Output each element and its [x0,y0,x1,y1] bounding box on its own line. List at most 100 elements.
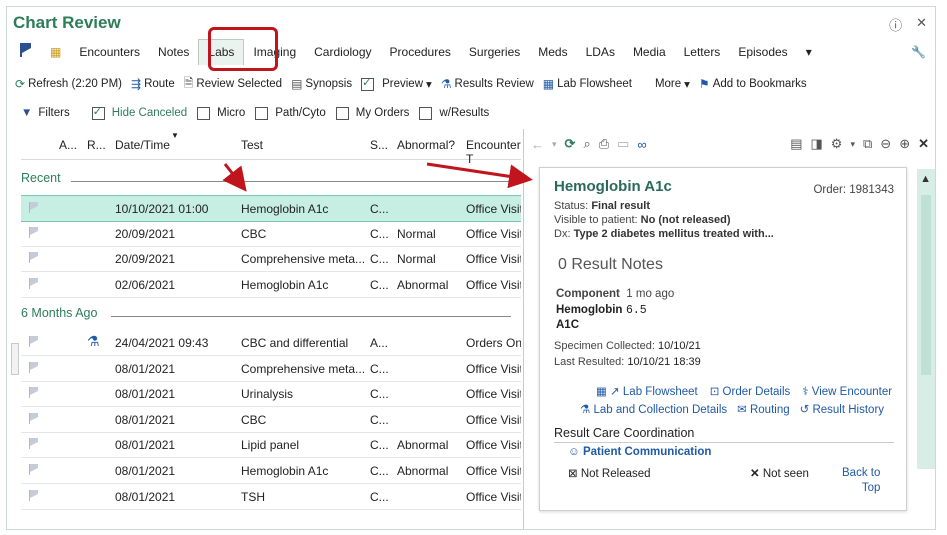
preview-toggle[interactable]: Preview▾ [361,76,432,91]
flag-icon[interactable] [29,202,39,213]
storyboard-icon[interactable]: ▦ [41,45,70,65]
flag-icon[interactable] [29,362,39,373]
view-encounter-link[interactable]: ⚕ View Encounter [802,384,892,398]
wrench-icon[interactable]: 🔧 [902,45,935,65]
refresh-icon[interactable]: ⟳ [565,136,576,152]
flag-icon[interactable] [29,278,39,289]
back-arrow-icon[interactable]: ← [531,137,544,152]
flag-icon[interactable] [29,438,39,449]
table-row[interactable]: 08/01/2021 CBC C... Office Visit [21,407,521,433]
table-row[interactable]: 02/06/2021 Hemoglobin A1c C... Abnormal … [21,272,521,298]
tab-episodes[interactable]: Episodes [729,45,796,65]
test-tube-icon: ⚗ [580,404,591,416]
flag-icon[interactable] [29,490,39,501]
collapse-handle[interactable] [11,343,19,375]
zoom-out-icon[interactable]: ⊖ [880,136,891,152]
order-details-link[interactable]: ⊡ Order Details [710,384,791,398]
close-icon[interactable]: ✕ [916,15,927,34]
flag-icon[interactable] [29,464,39,475]
lab-collection-link[interactable]: ⚗ Lab and Collection Details [580,402,727,416]
preview-scrollbar[interactable] [917,169,935,469]
route-button[interactable]: ⇶ Route [131,77,175,91]
tab-surgeries[interactable]: Surgeries [460,45,529,65]
micro-filter[interactable]: Micro [197,106,245,120]
col-date[interactable]: Date/Time [115,138,170,152]
col-r[interactable]: R... [87,138,106,152]
flag-icon[interactable] [29,252,39,263]
result-history-link[interactable]: ↺ Result History [800,402,884,416]
link-icon[interactable]: ∞ [637,137,646,152]
flag-icon[interactable] [29,336,39,347]
layout-horizontal-icon[interactable]: ▤ [790,136,802,152]
copy-icon[interactable]: ⧉ [863,136,872,152]
table-row[interactable]: 08/01/2021 Urinalysis C... Office Visit [21,381,521,407]
bookmark-flag-icon[interactable] [11,43,41,65]
review-selected-button[interactable]: 🗎 Review Selected [184,74,282,95]
help-icon[interactable]: ⓘ [889,15,902,34]
results-review-button[interactable]: ⚗ Results Review [441,77,534,91]
pane-divider[interactable] [523,129,524,529]
table-row[interactable]: 08/01/2021 Comprehensive meta... C... Of… [21,356,521,382]
flag-icon[interactable] [29,227,39,238]
patient-communication-link[interactable]: ☺ Patient Communication [568,446,711,458]
w-results-checkbox[interactable] [419,106,433,120]
tab-imaging[interactable]: Imaging [244,45,305,65]
lab-flowsheet-link[interactable]: ▦ ↗ Lab Flowsheet [596,384,698,398]
preview-dropdown-icon[interactable]: ▾ [426,77,432,91]
col-abnormal[interactable]: Abnormal? [397,138,455,152]
scrollbar-thumb[interactable] [921,195,931,375]
table-row[interactable]: 20/09/2021 Comprehensive meta... C... No… [21,246,521,272]
w-results-filter[interactable]: w/Results [419,106,489,120]
forward-dropdown-icon[interactable]: ▾ [552,139,557,150]
more-button[interactable]: More ▾ [655,77,690,91]
col-a[interactable]: A... [59,138,77,152]
preview-checkbox[interactable] [361,76,375,91]
image-icon[interactable]: ▭ [617,136,629,152]
tab-ldas[interactable]: LDAs [577,45,624,65]
tab-meds[interactable]: Meds [529,45,576,65]
col-test[interactable]: Test [241,138,263,152]
synopsis-button[interactable]: ▤ Synopsis [291,77,352,91]
print-icon[interactable]: ⎙ [599,136,609,152]
table-row[interactable]: 08/01/2021 Hemoglobin A1c C... Abnormal … [21,458,521,484]
wrench-icon[interactable]: ⚙ [831,136,843,152]
hide-canceled-filter[interactable]: Hide Canceled [91,105,187,120]
close-icon[interactable]: ✕ [918,136,929,152]
table-row[interactable]: 10/10/2021 01:00 Hemoglobin A1c C... Off… [21,195,521,222]
routing-link[interactable]: ✉ Routing [737,402,789,416]
tab-media[interactable]: Media [624,45,675,65]
col-encounter[interactable]: Encounter T [466,138,521,166]
path-cyto-checkbox[interactable] [255,106,269,120]
tab-labs[interactable]: Labs [198,39,245,65]
tab-encounters[interactable]: Encounters [70,45,149,65]
back-to-top-link[interactable]: Back to Top [842,466,880,496]
flag-icon[interactable] [29,387,39,398]
tab-notes[interactable]: Notes [149,45,198,65]
tab-cardiology[interactable]: Cardiology [305,45,380,65]
add-to-bookmarks-button[interactable]: ⚑ Add to Bookmarks [699,77,807,91]
tabs-more-dropdown-icon[interactable]: ▾ [797,45,821,65]
group-six-months: 6 Months Ago [21,306,511,326]
my-orders-checkbox[interactable] [335,106,349,120]
table-row[interactable]: 08/01/2021 TSH C... Office Visit [21,484,521,510]
col-status[interactable]: S... [370,138,388,152]
binoculars-icon[interactable]: ⌕ [583,136,590,152]
path-cyto-filter[interactable]: Path/Cyto [255,106,326,120]
tab-letters[interactable]: Letters [675,45,730,65]
table-row[interactable]: 20/09/2021 CBC C... Normal Office Visit [21,221,521,247]
hide-canceled-checkbox[interactable] [91,105,105,120]
tab-procedures[interactable]: Procedures [381,45,460,65]
scroll-up-icon[interactable]: ▲ [920,173,931,185]
micro-checkbox[interactable] [197,106,211,120]
filters-button[interactable]: ▼ Filters [21,107,70,119]
my-orders-filter[interactable]: My Orders [335,106,409,120]
table-row[interactable]: ⚗ 24/04/2021 09:43 CBC and differential … [21,330,521,356]
refresh-button[interactable]: ⟳ Refresh (2:20 PM) [15,77,122,91]
wrench-dropdown-icon[interactable]: ▾ [850,139,855,150]
lab-flowsheet-button[interactable]: ▦ Lab Flowsheet [543,77,632,91]
zoom-in-icon[interactable]: ⊕ [899,136,910,152]
result-notes[interactable]: 0 Result Notes [558,256,663,274]
table-row[interactable]: 08/01/2021 Lipid panel C... Abnormal Off… [21,432,521,458]
flag-icon[interactable] [29,413,39,424]
layout-vertical-icon[interactable]: ◨ [811,136,823,152]
